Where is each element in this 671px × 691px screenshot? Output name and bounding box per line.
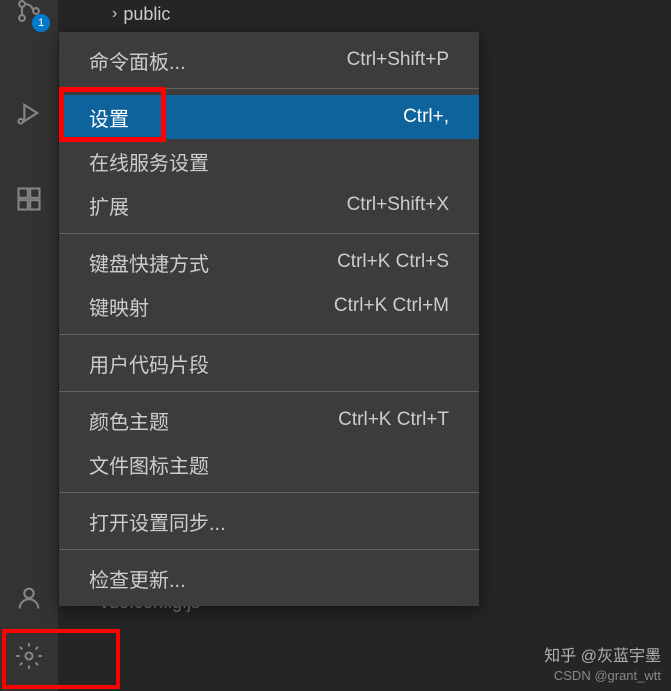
menu-item-shortcut: Ctrl+K Ctrl+M [334, 295, 449, 317]
menu-item-shortcut: Ctrl+K Ctrl+T [338, 409, 449, 431]
watermark-line2: CSDN @grant_wtt [544, 668, 661, 685]
menu-separator [59, 549, 479, 550]
menu-separator [59, 88, 479, 89]
extensions-icon[interactable] [0, 170, 58, 228]
menu-item[interactable]: 颜色主题 Ctrl+K Ctrl+T [59, 398, 479, 442]
menu-separator [59, 334, 479, 335]
menu-item-shortcut: Ctrl+Shift+X [347, 194, 449, 216]
menu-item-label: 设置 [89, 103, 129, 132]
menu-item-shortcut: Ctrl+Shift+P [347, 49, 449, 71]
menu-separator [59, 233, 479, 234]
watermark: 知乎 @灰蓝宇墨 CSDN @grant_wtt [544, 647, 661, 685]
menu-item-label: 命令面板... [89, 46, 186, 75]
menu-item[interactable]: 键映射 Ctrl+K Ctrl+M [59, 284, 479, 328]
accounts-icon[interactable] [0, 569, 58, 627]
menu-item[interactable]: 打开设置同步... [59, 499, 479, 543]
folder-label: public [123, 4, 170, 25]
menu-item[interactable]: 检查更新... [59, 556, 479, 600]
menu-item[interactable]: 文件图标主题 [59, 442, 479, 486]
settings-context-menu: 命令面板... Ctrl+Shift+P 设置 Ctrl+, 在线服务设置扩展 Ctrl+… [59, 32, 479, 606]
menu-item-label: 颜色主题 [89, 406, 169, 435]
menu-item[interactable]: 命令面板... Ctrl+Shift+P [59, 38, 479, 82]
folder-item[interactable]: › public [58, 0, 671, 28]
watermark-line1: 知乎 @灰蓝宇墨 [544, 647, 661, 668]
activity-bar: 1 [0, 0, 58, 691]
menu-item-shortcut: Ctrl+K Ctrl+S [337, 251, 449, 273]
chevron-right-icon: › [112, 5, 117, 23]
menu-separator [59, 391, 479, 392]
menu-item-label: 检查更新... [89, 564, 186, 593]
menu-separator [59, 492, 479, 493]
menu-item-label: 扩展 [89, 191, 129, 220]
menu-item[interactable]: 在线服务设置 [59, 139, 479, 183]
menu-item-label: 文件图标主题 [89, 450, 209, 479]
source-control-icon[interactable]: 1 [0, 0, 58, 40]
menu-item[interactable]: 设置 Ctrl+, [59, 95, 479, 139]
menu-item-label: 用户代码片段 [89, 349, 209, 378]
menu-item-label: 打开设置同步... [89, 507, 226, 536]
debug-icon[interactable] [0, 84, 58, 142]
menu-item-label: 键盘快捷方式 [89, 248, 209, 277]
menu-item[interactable]: 用户代码片段 [59, 341, 479, 385]
menu-item-label: 在线服务设置 [89, 147, 209, 176]
menu-item-label: 键映射 [89, 292, 149, 321]
source-control-badge: 1 [32, 14, 50, 32]
menu-item-shortcut: Ctrl+, [403, 106, 449, 128]
menu-item[interactable]: 扩展 Ctrl+Shift+X [59, 183, 479, 227]
gear-icon[interactable] [0, 627, 58, 685]
menu-item[interactable]: 键盘快捷方式 Ctrl+K Ctrl+S [59, 240, 479, 284]
